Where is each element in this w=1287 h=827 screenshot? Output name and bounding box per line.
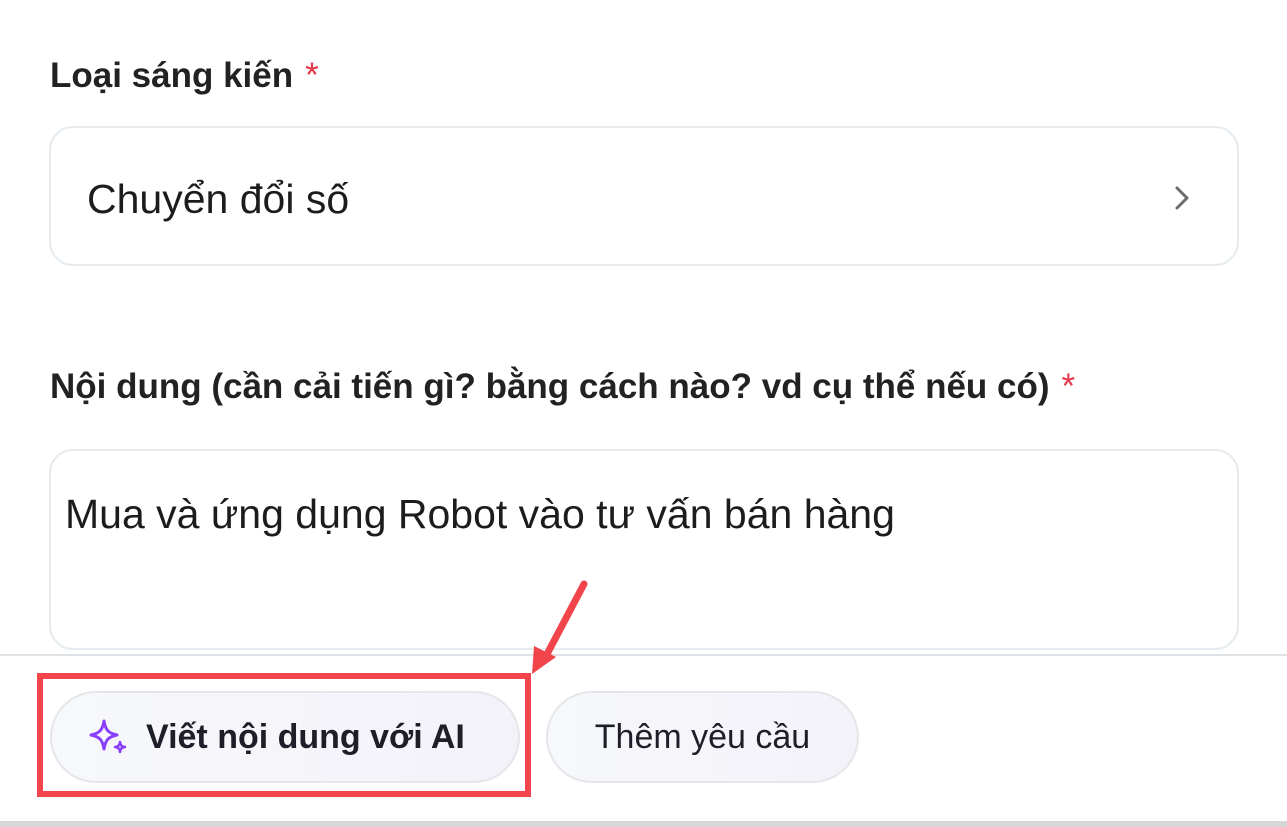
write-with-ai-button[interactable]: Viết nội dung với AI <box>50 691 520 783</box>
initiative-type-select[interactable]: Chuyển đổi số <box>49 126 1239 266</box>
sparkle-icon <box>89 719 127 754</box>
form-page: Loại sáng kiến * Chuyển đổi số Nội dung (… <box>0 0 1287 827</box>
content-label: Nội dung (cần cải tiến gì? bằng cách nào… <box>50 367 1075 407</box>
chevron-right-icon <box>1175 186 1189 210</box>
toolbar-divider <box>0 654 1287 656</box>
bottom-edge-bar <box>0 821 1287 827</box>
required-mark: * <box>1061 367 1076 406</box>
initiative-type-value: Chuyển đổi số <box>87 176 350 222</box>
write-with-ai-label: Viết nội dung với AI <box>146 717 465 756</box>
initiative-type-label: Loại sáng kiến * <box>50 56 319 96</box>
required-mark: * <box>305 56 319 95</box>
content-textarea[interactable]: Mua và ứng dụng Robot vào tư vấn bán hàn… <box>49 449 1239 650</box>
content-label-text: Nội dung (cần cải tiến gì? bằng cách nào… <box>50 367 1050 406</box>
content-textarea-value: Mua và ứng dụng Robot vào tư vấn bán hàn… <box>65 491 895 537</box>
add-request-button[interactable]: Thêm yêu cầu <box>546 691 859 783</box>
add-request-label: Thêm yêu cầu <box>594 717 811 756</box>
initiative-type-label-text: Loại sáng kiến <box>50 56 294 95</box>
